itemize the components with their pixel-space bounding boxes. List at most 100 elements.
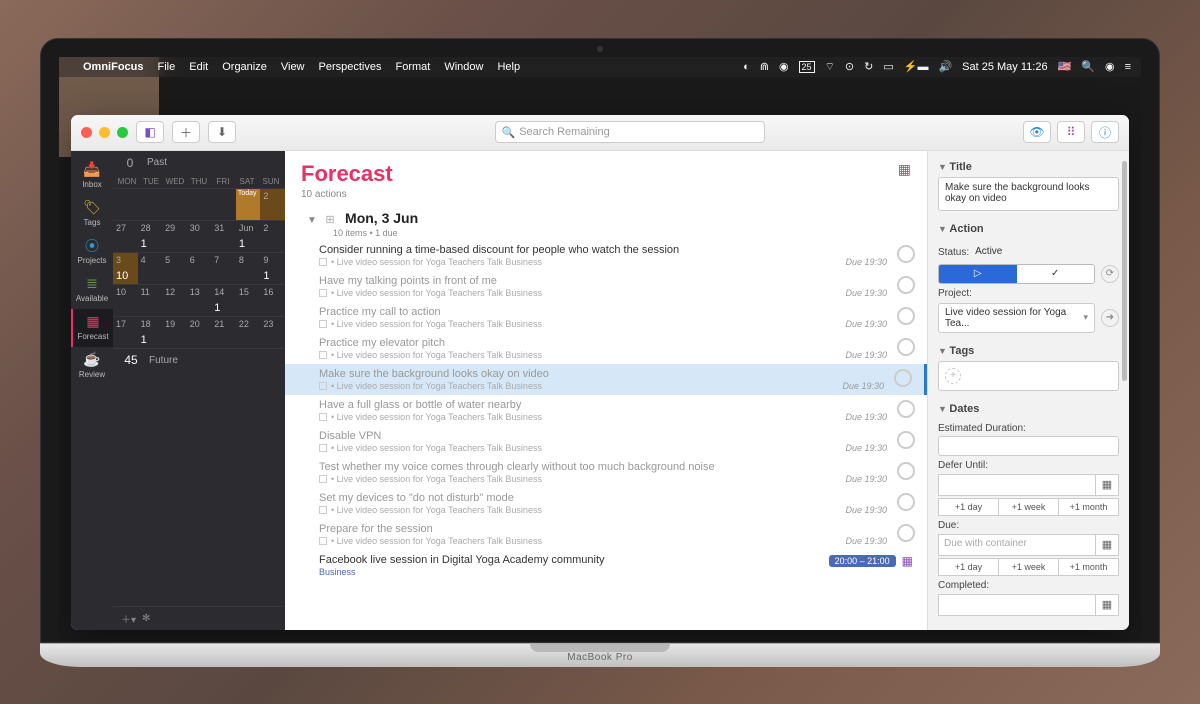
defer-calendar-button[interactable]: ▦ (1095, 474, 1119, 496)
calendar-cell[interactable]: 11 (138, 284, 163, 316)
task-row[interactable]: Set my devices to "do not disturb" mode … (285, 488, 927, 519)
calendar-cell[interactable]: 10 (113, 284, 138, 316)
flag-icon[interactable]: 🇺🇸 (1058, 60, 1072, 73)
repeat-button[interactable]: ⟳ (1101, 265, 1119, 283)
task-row[interactable]: Practice my call to action • Live video … (285, 302, 927, 333)
due-calendar-button[interactable]: ▦ (1095, 534, 1119, 556)
flag-icon[interactable] (319, 506, 327, 514)
calendar-past-row[interactable]: 0 Past (113, 151, 285, 175)
inspector-action-header[interactable]: Action (938, 219, 1119, 239)
flag-icon[interactable] (319, 382, 327, 390)
menu-view[interactable]: View (281, 61, 305, 73)
task-row[interactable]: Prepare for the session • Live video ses… (285, 519, 927, 550)
calendar-cell[interactable]: 2 (260, 188, 285, 220)
calendar-cell[interactable]: Jun1 (236, 220, 261, 252)
calendar-cell[interactable] (211, 188, 236, 220)
calendar-cell[interactable]: 21 (211, 316, 236, 348)
menubar-clock[interactable]: Sat 25 May 11:26 (962, 61, 1047, 73)
completed-date-field[interactable] (938, 594, 1095, 616)
calendar-cell[interactable]: 2 (260, 220, 285, 252)
calendar-cell[interactable]: 15 (236, 284, 261, 316)
sidebar-toggle-button[interactable]: ◧ (136, 121, 164, 143)
due-plus-1week[interactable]: +1 week (999, 558, 1059, 576)
flag-icon[interactable] (319, 320, 327, 328)
menu-file[interactable]: File (158, 61, 176, 73)
title-field[interactable]: Make sure the background looks okay on v… (938, 177, 1119, 211)
calendar-future-row[interactable]: 45 Future (113, 348, 285, 372)
add-button[interactable]: ＋▾ (121, 611, 136, 626)
window-close-button[interactable] (81, 127, 92, 138)
time-machine-icon[interactable]: ↻ (864, 60, 873, 73)
calendar-cell[interactable]: 23 (260, 316, 285, 348)
project-select[interactable]: Live video session for Yoga Tea... ▾ (938, 303, 1095, 333)
menubar-date-icon[interactable]: 25 (799, 61, 815, 73)
calendar-cell[interactable]: 12 (162, 284, 187, 316)
calendar-cell[interactable] (187, 188, 212, 220)
calendar-cell[interactable]: 29 (162, 220, 187, 252)
calendar-cell[interactable]: 8 (236, 252, 261, 284)
perspective-review[interactable]: ☕Review (71, 347, 113, 385)
spotlight-icon[interactable]: 🔍 (1081, 60, 1095, 73)
calendar-cell[interactable]: 281 (138, 220, 163, 252)
window-zoom-button[interactable] (117, 127, 128, 138)
task-checkbox[interactable] (897, 245, 915, 263)
calendar-cell[interactable]: 181 (138, 316, 163, 348)
calendar-cell[interactable]: 19 (162, 316, 187, 348)
menu-format[interactable]: Format (396, 61, 431, 73)
due-plus-1month[interactable]: +1 month (1059, 558, 1119, 576)
menubar-status-icon[interactable]: ◉ (779, 60, 789, 73)
calendar-cell[interactable]: 17 (113, 316, 138, 348)
task-checkbox[interactable] (897, 400, 915, 418)
calendar-cell[interactable]: 22 (236, 316, 261, 348)
task-row[interactable]: Practice my elevator pitch • Live video … (285, 333, 927, 364)
menu-organize[interactable]: Organize (222, 61, 267, 73)
flag-icon[interactable] (319, 444, 327, 452)
calendar-event-row[interactable]: Facebook live session in Digital Yoga Ac… (285, 550, 927, 585)
calendar-cell[interactable]: 141 (211, 284, 236, 316)
siri-icon[interactable]: ◉ (1105, 60, 1115, 73)
goto-project-button[interactable]: ➜ (1101, 309, 1119, 327)
battery-icon[interactable]: ⚡▬ (904, 60, 929, 73)
calendar-cell[interactable] (162, 188, 187, 220)
status-completed-segment[interactable]: ✓ (1017, 265, 1095, 283)
flag-icon[interactable] (319, 289, 327, 297)
flag-icon[interactable] (319, 258, 327, 266)
menu-edit[interactable]: Edit (189, 61, 208, 73)
task-row[interactable]: Disable VPN • Live video session for Yog… (285, 426, 927, 457)
calendar-cell[interactable]: 13 (187, 284, 212, 316)
calendar-cell[interactable] (113, 188, 138, 220)
calendar-cell[interactable] (236, 188, 261, 220)
quick-entry-button[interactable]: ⬇ (208, 121, 236, 143)
task-checkbox[interactable] (897, 307, 915, 325)
task-checkbox[interactable] (897, 338, 915, 356)
menubar-status-icon[interactable]: ⋒ (760, 60, 769, 73)
view-options-button[interactable]: 👁 (1023, 121, 1051, 143)
menubar-status-icon[interactable]: ⊙ (845, 60, 854, 73)
inspector-toggle-button[interactable]: ⓘ (1091, 121, 1119, 143)
inspector-dates-header[interactable]: Dates (938, 399, 1119, 419)
completed-calendar-button[interactable]: ▦ (1095, 594, 1119, 616)
date-group-header[interactable]: ▼ ⊞ Mon, 3 Jun 10 items • 1 due (285, 204, 927, 240)
calendar-cell[interactable]: 5 (162, 252, 187, 284)
calendar-cell[interactable]: 30 (187, 220, 212, 252)
window-minimize-button[interactable] (99, 127, 110, 138)
volume-icon[interactable]: 🔊 (938, 60, 952, 73)
new-action-button[interactable]: ＋ (172, 121, 200, 143)
calendar-cell[interactable]: 16 (260, 284, 285, 316)
task-checkbox[interactable] (897, 493, 915, 511)
calendar-icon[interactable]: ▦ (902, 554, 913, 568)
app-menu[interactable]: OmniFocus (83, 61, 144, 73)
airplay-icon[interactable]: ▭ (883, 60, 893, 73)
perspective-projects[interactable]: ⦿Projects (71, 233, 113, 271)
add-tag-button[interactable]: + (945, 368, 961, 384)
defer-plus-1month[interactable]: +1 month (1059, 498, 1119, 516)
task-checkbox[interactable] (897, 524, 915, 542)
search-input[interactable]: 🔍 Search Remaining (495, 121, 765, 143)
task-checkbox[interactable] (897, 431, 915, 449)
calendar-cell[interactable] (138, 188, 163, 220)
due-date-field[interactable]: Due with container (938, 534, 1095, 556)
task-row[interactable]: Test whether my voice comes through clea… (285, 457, 927, 488)
defer-plus-1day[interactable]: +1 day (938, 498, 999, 516)
calendar-cell[interactable]: 91 (260, 252, 285, 284)
inspector-title-header[interactable]: Title (938, 157, 1119, 177)
